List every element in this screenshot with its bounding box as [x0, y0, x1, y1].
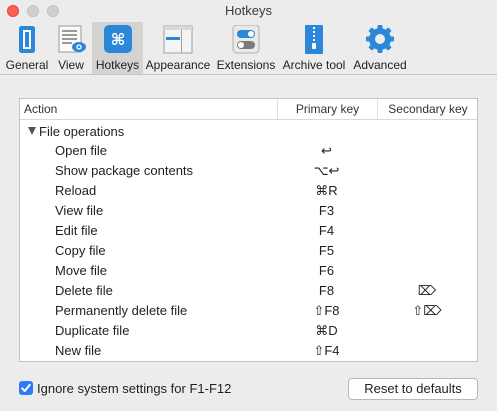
hotkeys-table: Action Primary key Secondary key File op… — [19, 98, 478, 362]
action-label: Move file — [55, 263, 108, 278]
close-window-button[interactable] — [7, 5, 19, 17]
group-label: File operations — [39, 124, 125, 139]
tab-general-label: General — [5, 58, 49, 72]
tab-extensions-label: Extensions — [216, 58, 276, 72]
primary-key-cell[interactable]: ⌘R — [277, 181, 376, 201]
primary-key-cell[interactable]: F8 — [277, 281, 376, 301]
checkmark-icon — [21, 383, 31, 392]
tab-hotkeys[interactable]: ⌘ Hotkeys — [92, 22, 143, 74]
action-label: Show package contents — [55, 163, 194, 178]
tab-appearance[interactable]: Appearance — [144, 22, 212, 74]
title-bar: Hotkeys — [0, 0, 497, 22]
general-icon — [19, 26, 35, 53]
archive-icon — [305, 25, 323, 54]
table-header: Action Primary key Secondary key — [20, 99, 477, 120]
action-label: Open file — [55, 143, 108, 158]
gear-icon — [366, 25, 394, 53]
table-row[interactable]: Duplicate file ⌘D — [20, 321, 477, 341]
svg-text:⌘: ⌘ — [110, 30, 125, 49]
hotkey-rows: Open file ↩ Show package contents ⌥↩ Rel… — [20, 141, 477, 361]
action-label: Delete file — [55, 283, 113, 298]
tab-view-label: View — [58, 58, 84, 72]
table-row[interactable]: Copy file F5 — [20, 241, 477, 261]
action-label: New file — [55, 343, 102, 358]
ignore-system-settings-checkbox[interactable] — [19, 381, 33, 395]
table-row[interactable]: Edit file F4 — [20, 221, 477, 241]
action-label: Reload — [55, 183, 97, 198]
view-icon — [58, 25, 86, 53]
primary-key-cell[interactable]: F6 — [277, 261, 376, 281]
toggles-icon — [232, 25, 260, 54]
table-row[interactable]: Move file F6 — [20, 261, 477, 281]
tab-view[interactable]: View — [51, 22, 91, 74]
action-label: View file — [55, 203, 104, 218]
primary-key-cell[interactable]: ⇧F8 — [277, 301, 376, 321]
ignore-system-settings-label[interactable]: Ignore system settings for F1-F12 — [37, 381, 231, 396]
appearance-icon — [163, 25, 193, 54]
column-header-secondary-key[interactable]: Secondary key — [377, 99, 478, 119]
primary-key-cell[interactable]: ⌥↩ — [277, 161, 376, 181]
primary-key-cell[interactable]: F5 — [277, 241, 376, 261]
tab-archive-tool-label: Archive tool — [282, 58, 346, 72]
table-row[interactable]: View file F3 — [20, 201, 477, 221]
column-header-primary-key[interactable]: Primary key — [277, 99, 377, 119]
tab-advanced[interactable]: Advanced — [350, 22, 410, 74]
primary-key-cell[interactable]: ⇧F4 — [277, 341, 376, 361]
primary-key-cell[interactable]: F3 — [277, 201, 376, 221]
reset-to-defaults-button[interactable]: Reset to defaults — [348, 378, 478, 400]
table-row[interactable]: Delete file F8 ⌦ — [20, 281, 477, 301]
table-row[interactable]: Open file ↩ — [20, 141, 477, 161]
tab-general[interactable]: General — [3, 22, 51, 74]
primary-key-cell[interactable]: ↩ — [277, 141, 376, 161]
table-row[interactable]: New file ⇧F4 — [20, 341, 477, 361]
action-label: Permanently delete file — [55, 303, 188, 318]
disclosure-triangle-icon[interactable] — [28, 127, 36, 135]
ignore-system-settings-option[interactable]: Ignore system settings for F1-F12 — [19, 380, 231, 398]
secondary-key-cell[interactable]: ⌦ — [377, 281, 477, 301]
tab-extensions[interactable]: Extensions — [214, 22, 278, 74]
tab-appearance-label: Appearance — [145, 58, 211, 72]
action-label: Copy file — [55, 243, 106, 258]
command-key-icon: ⌘ — [103, 25, 132, 53]
tab-advanced-label: Advanced — [353, 58, 407, 72]
secondary-key-cell[interactable]: ⇧⌦ — [377, 301, 477, 321]
tab-hotkeys-label: Hotkeys — [95, 58, 140, 72]
primary-key-cell[interactable]: F4 — [277, 221, 376, 241]
preferences-toolbar: General View ⌘ Hotkeys Appearance Extens… — [0, 22, 497, 75]
column-header-action[interactable]: Action — [24, 99, 57, 119]
table-row[interactable]: Show package contents ⌥↩ — [20, 161, 477, 181]
primary-key-cell[interactable]: ⌘D — [277, 321, 376, 341]
action-label: Duplicate file — [55, 323, 130, 338]
tab-archive-tool[interactable]: Archive tool — [280, 22, 348, 74]
action-label: Edit file — [55, 223, 98, 238]
minimize-window-button[interactable] — [27, 5, 39, 17]
table-row[interactable]: Reload ⌘R — [20, 181, 477, 201]
zoom-window-button[interactable] — [47, 5, 59, 17]
group-row-file-operations[interactable]: File operations — [28, 123, 124, 141]
window-title: Hotkeys — [225, 3, 272, 18]
table-row[interactable]: Permanently delete file ⇧F8 ⇧⌦ — [20, 301, 477, 321]
